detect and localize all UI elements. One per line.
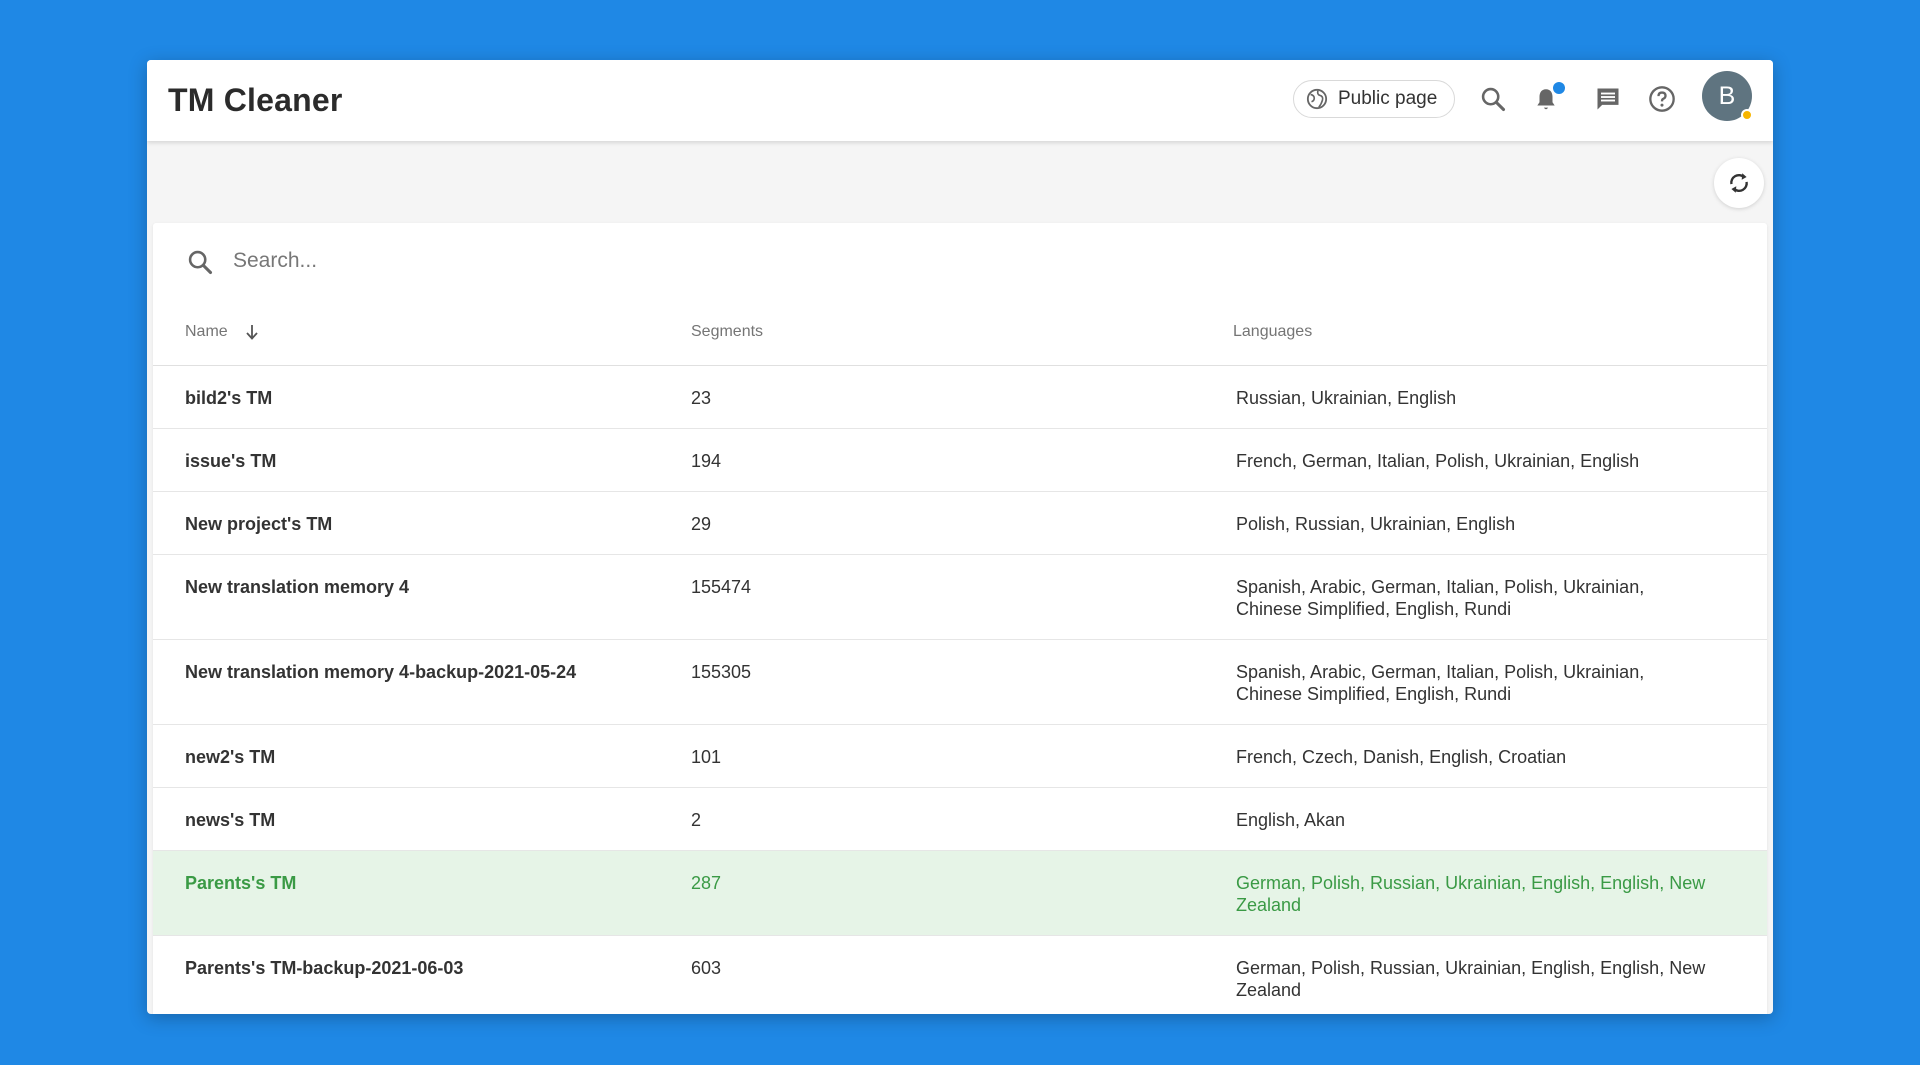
table-row[interactable]: Parents's TM 287 German, Polish, Russian, … [153, 850, 1767, 936]
row-segments: 29 [691, 491, 1233, 555]
search-bar [153, 223, 1767, 299]
row-segments: 194 [691, 428, 1233, 492]
status-dot [1741, 109, 1753, 121]
column-header-languages[interactable]: Languages [1233, 299, 1767, 366]
table-row[interactable]: bild2's TM 23 Russian, Ukrainian, English [153, 365, 1767, 429]
tm-table: Name Segments Languages bild2's TM 23 Russ… [153, 299, 1767, 1014]
refresh-icon [1730, 173, 1748, 193]
search-icon [1481, 87, 1506, 112]
tm-list-panel: Name Segments Languages bild2's TM23Russ… [153, 223, 1767, 1014]
messages-button[interactable] [1593, 84, 1623, 114]
sort-arrow-down-icon[interactable] [244, 323, 260, 341]
avatar-letter: B [1718, 81, 1736, 110]
row-languages: English, Akan [1233, 787, 1767, 851]
row-languages: German, Polish, Russian, Ukrainian, Engl… [1233, 935, 1767, 1014]
row-name: news's TM [153, 787, 691, 851]
chat-icon [1597, 88, 1619, 110]
row-segments: 101 [691, 724, 1233, 788]
row-segments: 23 [691, 365, 1233, 429]
row-name: bild2's TM [153, 365, 691, 429]
help-icon [1649, 86, 1675, 112]
app-title: TM Cleaner [168, 82, 343, 118]
row-name: New project's TM [153, 491, 691, 555]
notifications-button[interactable] [1531, 82, 1565, 114]
row-languages: Polish, Russian, Ukrainian, English [1233, 491, 1767, 555]
row-segments: 603 [691, 935, 1233, 1014]
row-segments: 2 [691, 787, 1233, 851]
row-segments: 155305 [691, 639, 1233, 725]
column-header-segments[interactable]: Segments [691, 299, 1233, 366]
row-name: Parents's TM [153, 850, 691, 936]
app-window: TM Cleaner Public page B Search... Name … [147, 60, 1773, 1014]
column-header-name[interactable]: Name [153, 299, 691, 366]
row-name: issue's TM [153, 428, 691, 492]
row-languages: Spanish, Arabic, German, Italian, Polish… [1233, 554, 1767, 640]
row-languages: Russian, Ukrainian, English [1233, 365, 1767, 429]
row-languages: Spanish, Arabic, German, Italian, Polish… [1233, 639, 1767, 725]
row-name: new2's TM [153, 724, 691, 788]
row-segments: 287 [691, 850, 1233, 936]
column-name-label: Name [185, 322, 228, 340]
search-input[interactable] [233, 243, 833, 279]
table-row[interactable]: New translation memory 4-backup-2021-05-… [153, 639, 1767, 725]
public-page-label: Public page [1338, 88, 1438, 109]
public-page-button[interactable]: Public page [1293, 80, 1455, 118]
row-languages: French, Czech, Danish, English, Croatian [1233, 724, 1767, 788]
search-icon [188, 250, 213, 275]
row-name: Parents's TM-backup-2021-06-03 [153, 935, 691, 1014]
table-row[interactable]: new2's TM 101 French, Czech, Danish, Engli… [153, 724, 1767, 788]
user-avatar[interactable]: B [1702, 71, 1753, 121]
help-button[interactable] [1647, 84, 1677, 114]
row-name: New translation memory 4 [153, 554, 691, 640]
row-languages: French, German, Italian, Polish, Ukraini… [1233, 428, 1767, 492]
notification-dot [1553, 82, 1565, 94]
table-row[interactable]: issue's TM 194 French, German, Italian, Po… [153, 428, 1767, 492]
refresh-button[interactable] [1714, 158, 1764, 208]
table-row[interactable]: Parents's TM-backup-2021-06-03 603 German,… [153, 935, 1767, 1014]
table-row[interactable]: New project's TM 29 Polish, Russian, Ukrai… [153, 491, 1767, 555]
search-button[interactable] [1478, 84, 1508, 114]
table-row[interactable]: news's TM 2 English, Akan [153, 787, 1767, 851]
row-languages: German, Polish, Russian, Ukrainian, Engl… [1233, 850, 1767, 936]
globe-icon [1306, 88, 1328, 110]
row-name: New translation memory 4-backup-2021-05-… [153, 639, 691, 725]
top-bar: TM Cleaner Public page B [147, 60, 1773, 141]
row-segments: 155474 [691, 554, 1233, 640]
table-header-row: Name Segments Languages [153, 299, 1767, 366]
table-row[interactable]: New translation memory 4 155474 Spanish, A… [153, 554, 1767, 640]
